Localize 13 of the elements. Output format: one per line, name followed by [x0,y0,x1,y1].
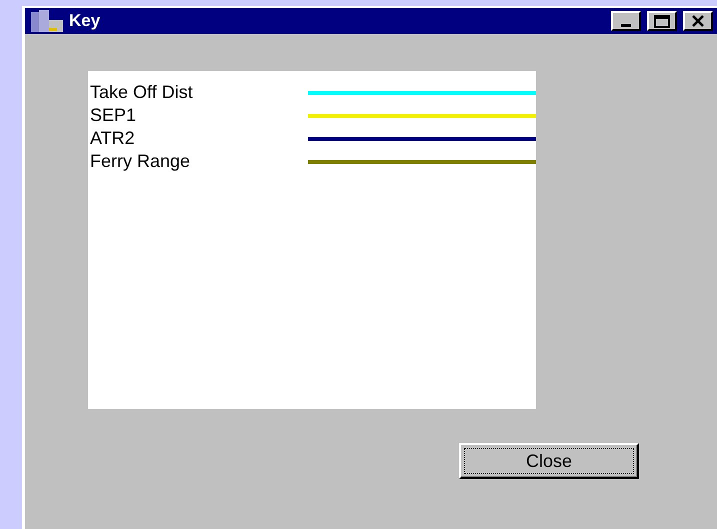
legend-label: ATR2 [90,128,136,149]
legend-label: Take Off Dist [90,82,194,103]
close-button[interactable] [683,11,713,31]
minimize-icon [621,24,631,26]
maximize-button[interactable] [647,11,677,31]
window-title: Key [69,11,100,31]
maximize-icon [654,14,670,28]
legend-label: SEP1 [90,105,138,126]
minimize-button[interactable] [611,11,641,31]
app-icon [29,10,65,32]
legend-label: Ferry Range [90,151,192,172]
close-dialog-button[interactable]: Close [459,443,639,479]
close-icon [691,15,705,27]
